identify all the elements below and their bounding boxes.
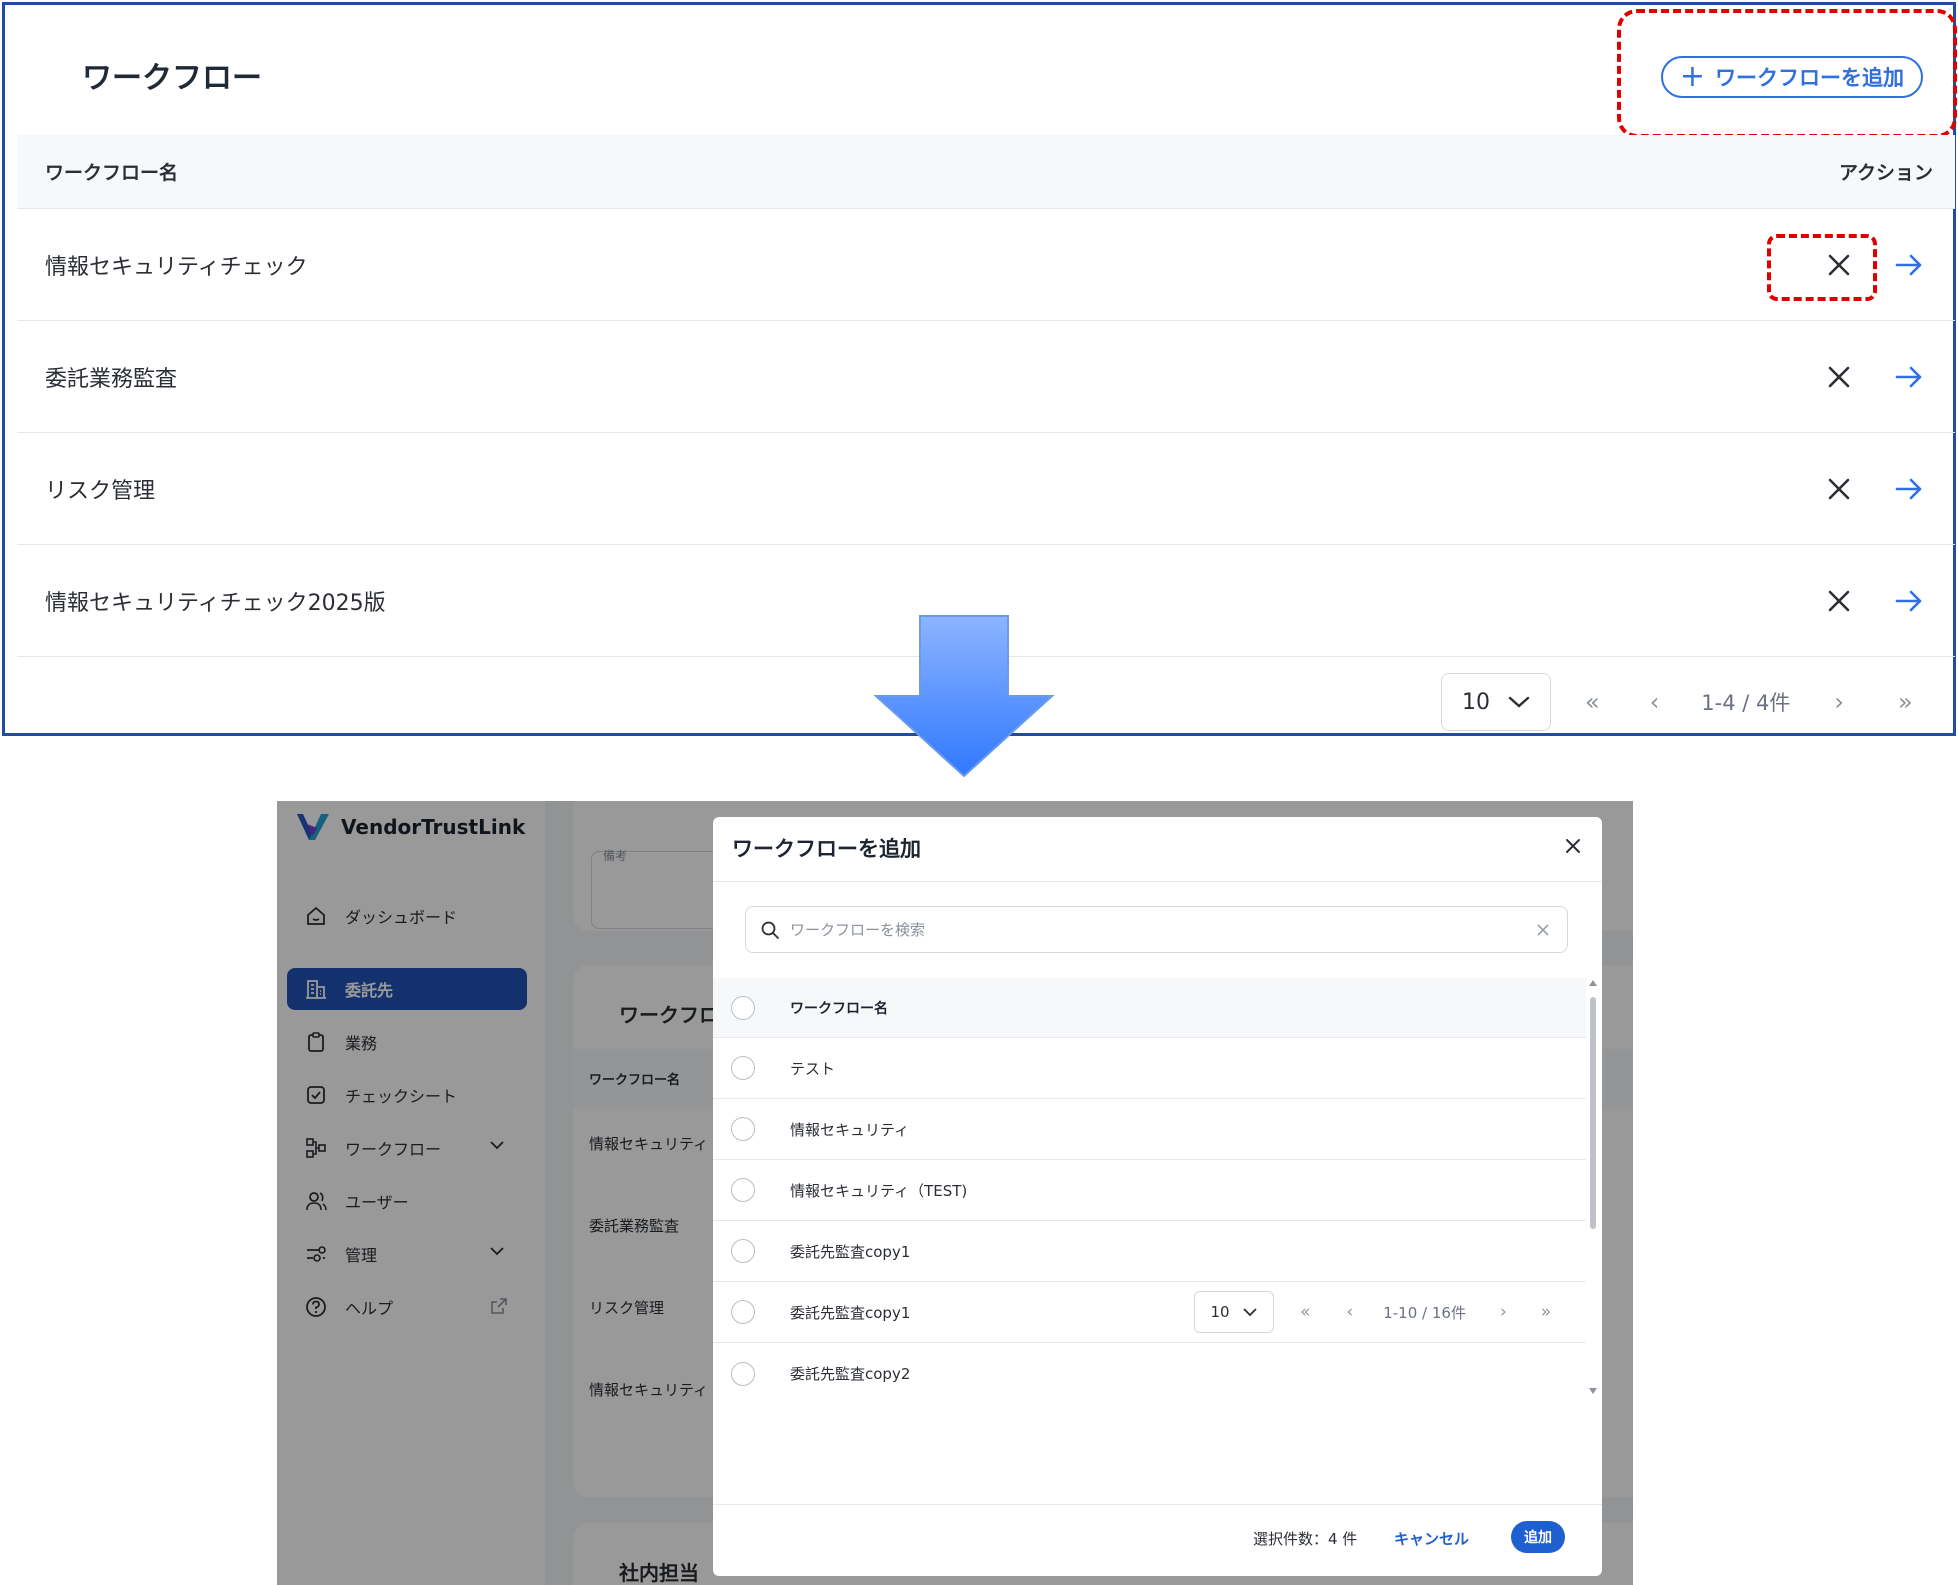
next-page-button[interactable]: › [1834, 688, 1844, 716]
last-page-button[interactable]: » [1898, 688, 1913, 716]
table-row[interactable]: 情報セキュリティ [713, 1099, 1586, 1160]
clear-icon[interactable] [1535, 922, 1551, 938]
down-arrow-icon [873, 615, 1055, 778]
modal-pagination: 10 « ‹ 1-10 / 16件 › » [1194, 1291, 1551, 1333]
workflow-name: 情報セキュリティチェック [45, 254, 308, 280]
workflow-name: リスク管理 [45, 478, 156, 504]
table-row[interactable]: 情報セキュリティ（TEST) [713, 1160, 1586, 1221]
workflow-name: 委託先監査copy2 [790, 1365, 911, 1383]
chevron-down-icon [1242, 1308, 1257, 1317]
workflow-name: 情報セキュリティ [790, 1120, 910, 1139]
table-row: 情報セキュリティチェック [17, 209, 1955, 321]
remove-icon[interactable] [1821, 471, 1857, 507]
workflow-name: テスト [790, 1059, 836, 1078]
remove-icon[interactable] [1821, 359, 1857, 395]
scrollbar-thumb[interactable] [1590, 997, 1596, 1229]
row-checkbox[interactable] [731, 1178, 755, 1202]
row-checkbox[interactable] [731, 1056, 755, 1080]
scroll-up-icon[interactable] [1588, 979, 1598, 987]
page-range: 1-10 / 16件 [1383, 1303, 1466, 1322]
selected-count: 選択件数：4 件 [1253, 1530, 1358, 1548]
open-arrow-icon[interactable] [1891, 359, 1927, 395]
workflow-name: 情報セキュリティ（TEST) [790, 1181, 968, 1200]
close-icon[interactable] [1562, 835, 1584, 857]
column-header-name: ワークフロー名 [790, 1000, 888, 1017]
open-arrow-icon[interactable] [1891, 471, 1927, 507]
column-header-name: ワークフロー名 [45, 162, 179, 184]
next-page-button[interactable]: › [1500, 1302, 1507, 1322]
remove-icon[interactable] [1821, 583, 1857, 619]
per-page-select[interactable]: 10 [1194, 1291, 1274, 1333]
add-button[interactable]: 追加 [1511, 1521, 1565, 1553]
table-row[interactable]: 委託先監査copy1 [713, 1221, 1586, 1282]
chevron-down-icon [1508, 696, 1530, 708]
per-page-select[interactable]: 10 [1441, 673, 1551, 731]
row-checkbox[interactable] [731, 1361, 755, 1386]
workflow-name: 委託先監査copy1 [790, 1242, 911, 1261]
modal-title: ワークフローを追加 [732, 837, 921, 861]
last-page-button[interactable]: » [1541, 1302, 1551, 1322]
add-workflow-modal: ワークフローを追加 ワークフロー名 テスト 情報セキュリティ 情報セキ [713, 817, 1602, 1576]
first-page-button[interactable]: « [1300, 1302, 1310, 1322]
panel-title: ワークフロー [82, 61, 262, 96]
per-page-value: 10 [1462, 689, 1490, 715]
prev-page-button[interactable]: ‹ [1346, 1302, 1353, 1322]
workflow-name: 情報セキュリティチェック2025版 [45, 590, 386, 616]
workflow-name: 委託先監査copy1 [790, 1303, 911, 1322]
table-header: ワークフロー名 アクション [17, 135, 1955, 209]
open-arrow-icon[interactable] [1891, 247, 1927, 283]
search-icon [761, 921, 779, 939]
search-box[interactable] [745, 906, 1568, 953]
prev-page-button[interactable]: ‹ [1650, 688, 1660, 716]
pagination: 10 « ‹ 1-4 / 4件 › » [1441, 673, 1913, 731]
scroll-down-icon[interactable] [1588, 1387, 1598, 1395]
table-row: リスク管理 [17, 433, 1955, 545]
page-range: 1-4 / 4件 [1701, 691, 1791, 715]
app-screenshot: VendorTrustLink ダッシュボード 委託先 業務 チェックシート ワ… [277, 801, 1633, 1585]
scrollbar[interactable] [1588, 977, 1598, 1397]
cancel-button[interactable]: キャンセル [1394, 1528, 1469, 1549]
table-header: ワークフロー名 [713, 978, 1586, 1038]
select-all-checkbox[interactable] [731, 995, 755, 1020]
workflow-name: 委託業務監査 [45, 366, 178, 392]
highlight-remove-icon [1767, 234, 1877, 301]
first-page-button[interactable]: « [1585, 688, 1600, 716]
row-checkbox[interactable] [731, 1117, 755, 1141]
table-row: 委託業務監査 [17, 321, 1955, 433]
per-page-value: 10 [1210, 1303, 1230, 1321]
workflow-table: ワークフロー名 アクション 情報セキュリティチェック 委託業務監査 リスク管理 [17, 135, 1955, 657]
workflow-select-table: ワークフロー名 テスト 情報セキュリティ 情報セキュリティ（TEST) 委託先監… [713, 978, 1586, 1404]
search-input[interactable] [790, 920, 1490, 939]
open-arrow-icon[interactable] [1891, 583, 1927, 619]
table-row[interactable]: テスト [713, 1038, 1586, 1099]
modal-footer: 選択件数：4 件 キャンセル 追加 [713, 1505, 1602, 1576]
table-row[interactable]: 委託先監査copy2 [713, 1343, 1586, 1404]
column-header-actions: アクション [1838, 162, 1933, 184]
highlight-add-button [1617, 9, 1957, 138]
row-checkbox[interactable] [731, 1300, 755, 1324]
row-checkbox[interactable] [731, 1239, 755, 1263]
